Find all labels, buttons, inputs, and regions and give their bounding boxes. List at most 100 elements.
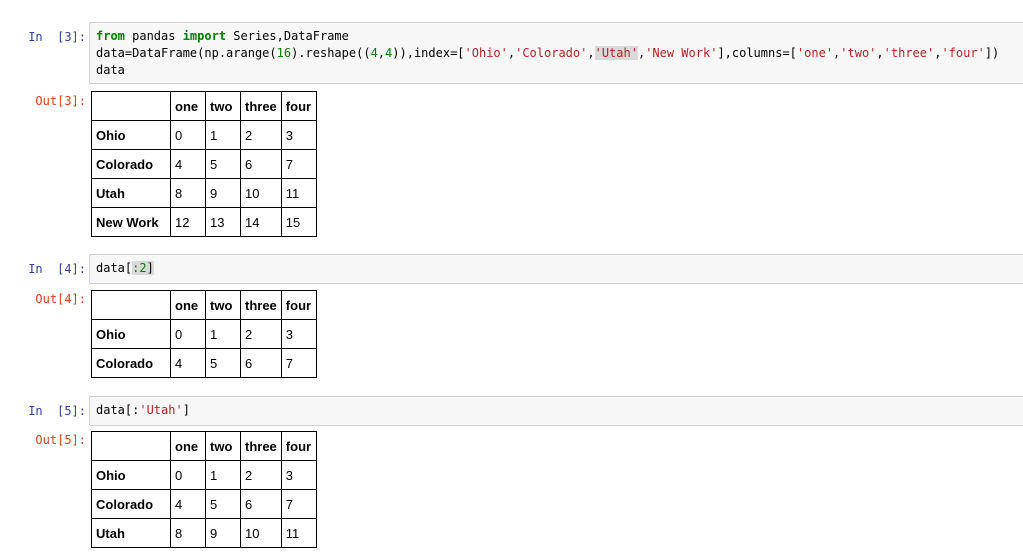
- column-header: four: [280, 290, 317, 320]
- dataframe-output: one two three four Ohio 0 1 2 3 Colorado 4 5 6 7: [91, 290, 317, 378]
- output-prompt: Out[3]:: [35, 94, 86, 108]
- column-header: two: [205, 431, 241, 461]
- table-header-row: one two three four: [91, 91, 317, 121]
- row-index-label: Utah: [91, 518, 171, 548]
- table-cell: 1: [205, 460, 241, 490]
- table-cell: 13: [205, 207, 241, 237]
- code-text: ]): [984, 46, 1000, 60]
- output-prompt: Out[5]:: [35, 433, 86, 447]
- table-cell: 0: [170, 319, 206, 349]
- table-cell: 6: [240, 348, 282, 378]
- code-text: data=DataFrame(np.arange(: [96, 46, 277, 60]
- code-text: ,: [876, 46, 884, 60]
- table-cell: 6: [240, 489, 282, 519]
- table-cell: 7: [280, 149, 317, 179]
- table-cell: 9: [205, 518, 241, 548]
- table-cell: 5: [205, 149, 241, 179]
- code-text: ],columns=[: [717, 46, 797, 60]
- table-row: Colorado 4 5 6 7: [91, 149, 317, 179]
- table-cell: 7: [280, 489, 317, 519]
- input-prompt: In [4]:: [28, 262, 86, 276]
- table-row: Colorado 4 5 6 7: [91, 489, 317, 519]
- code-text: ,: [377, 46, 386, 60]
- code-string: 'two': [840, 46, 877, 60]
- row-index-label: Ohio: [91, 120, 171, 150]
- row-index-label: New Work: [91, 207, 171, 237]
- dataframe-table: one two three four Ohio 0 1 2 3 Colorado 4 5 6 7: [91, 290, 317, 378]
- table-row: Utah 8 9 10 11: [91, 518, 317, 548]
- table-cell: 8: [170, 178, 206, 208]
- code-text: data: [96, 63, 125, 77]
- table-cell: 3: [280, 319, 317, 349]
- row-index-label: Ohio: [91, 460, 171, 490]
- code-string: 'Utah': [139, 403, 183, 417]
- code-text: ]: [182, 403, 190, 417]
- table-cell: 9: [205, 178, 241, 208]
- column-header: one: [170, 290, 206, 320]
- table-row: New Work 12 13 14 15: [91, 207, 317, 237]
- row-index-label: Colorado: [91, 489, 171, 519]
- column-header: one: [170, 91, 206, 121]
- table-cell: 10: [240, 178, 282, 208]
- column-header: two: [205, 290, 241, 320]
- column-header: one: [170, 431, 206, 461]
- column-header: four: [280, 91, 317, 121]
- dataframe-table: one two three four Ohio 0 1 2 3 Colorado 4 5 6 7 Utah 8…: [91, 431, 317, 548]
- dataframe-output: one two three four Ohio 0 1 2 3 Colorado 4 5 6 7 Utah 8…: [91, 431, 317, 548]
- table-cell: 12: [170, 207, 206, 237]
- table-cell: 0: [170, 460, 206, 490]
- code-number: 16: [276, 46, 292, 60]
- code-cell-input[interactable]: data[:2]: [89, 254, 1023, 284]
- table-cell: 14: [240, 207, 282, 237]
- code-string: 'one': [796, 46, 834, 60]
- code-text: Series,DataFrame: [226, 29, 349, 43]
- dataframe-table: one two three four Ohio 0 1 2 3 Colorado 4 5 6 7 Utah 8…: [91, 91, 317, 237]
- table-row: Ohio 0 1 2 3: [91, 460, 317, 490]
- table-header-row: one two three four: [91, 431, 317, 461]
- code-text: ).reshape((: [291, 46, 371, 60]
- table-cell: 3: [280, 460, 317, 490]
- index-header-empty: [91, 290, 171, 320]
- code-cell-input[interactable]: data[:'Utah']: [89, 396, 1023, 426]
- table-cell: 2: [240, 319, 282, 349]
- code-string: 'three': [883, 46, 935, 60]
- table-cell: 8: [170, 518, 206, 548]
- code-number-highlighted: :2: [132, 261, 147, 275]
- code-string: 'Colorado': [515, 46, 588, 60]
- code-number: 4: [370, 46, 378, 60]
- table-cell: 6: [240, 149, 282, 179]
- table-row: Ohio 0 1 2 3: [91, 120, 317, 150]
- row-index-label: Colorado: [91, 348, 171, 378]
- code-string: 'four': [941, 46, 985, 60]
- keyword: from: [96, 29, 125, 43]
- table-cell: 1: [205, 120, 241, 150]
- row-index-label: Utah: [91, 178, 171, 208]
- output-prompt: Out[4]:: [35, 292, 86, 306]
- table-row: Ohio 0 1 2 3: [91, 319, 317, 349]
- table-cell: 4: [170, 149, 206, 179]
- input-prompt: In [5]:: [28, 404, 86, 418]
- code-text: data[:: [96, 403, 140, 417]
- table-cell: 5: [205, 348, 241, 378]
- table-row: Colorado 4 5 6 7: [91, 348, 317, 378]
- table-cell: 4: [170, 489, 206, 519]
- row-index-label: Ohio: [91, 319, 171, 349]
- table-cell: 10: [240, 518, 282, 548]
- code-text: pandas: [124, 29, 183, 43]
- table-cell: 15: [280, 207, 317, 237]
- index-header-empty: [91, 431, 171, 461]
- code-text: ]: [146, 261, 154, 275]
- table-cell: 3: [280, 120, 317, 150]
- index-header-empty: [91, 91, 171, 121]
- column-header: two: [205, 91, 241, 121]
- code-text: )),index=[: [392, 46, 465, 60]
- code-string-highlighted: 'Utah': [594, 46, 638, 60]
- code-cell-input[interactable]: from pandas import Series,DataFrame data…: [89, 22, 1023, 84]
- table-cell: 2: [240, 460, 282, 490]
- dataframe-output: one two three four Ohio 0 1 2 3 Colorado 4 5 6 7 Utah 8…: [91, 91, 317, 237]
- keyword: import: [182, 29, 227, 43]
- table-cell: 11: [280, 518, 317, 548]
- table-cell: 11: [280, 178, 317, 208]
- table-cell: 4: [170, 348, 206, 378]
- table-row: Utah 8 9 10 11: [91, 178, 317, 208]
